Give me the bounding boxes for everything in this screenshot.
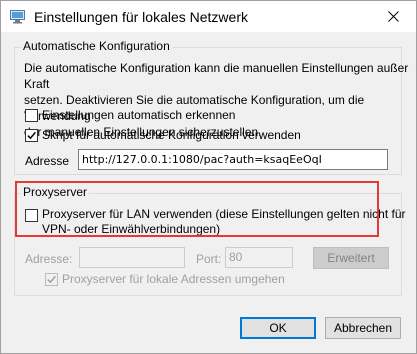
advanced-button[interactable]: Erweitert	[313, 247, 389, 269]
use-proxy-label: Proxyserver für LAN verwenden (diese Ein…	[42, 207, 406, 236]
proxy-address-label: Adresse:	[25, 252, 73, 266]
close-icon	[387, 11, 399, 22]
bypass-local-box[interactable]	[45, 273, 58, 286]
bypass-local-label: Proxyserver für lokale Adressen umgehen	[62, 272, 285, 286]
script-address-label: Adresse	[25, 154, 70, 168]
lan-settings-dialog: Einstellungen für lokales Netzwerk Autom…	[0, 0, 417, 354]
use-script-label: Skript für automatische Konfiguration ve…	[42, 128, 301, 142]
window-title: Einstellungen für lokales Netzwerk	[34, 9, 248, 25]
cancel-button[interactable]: Abbrechen	[325, 317, 401, 339]
use-script-box[interactable]	[25, 129, 38, 142]
auto-config-legend: Automatische Konfiguration	[21, 39, 172, 53]
proxy-address-input[interactable]	[79, 247, 185, 268]
bypass-local-checkbox[interactable]: Proxyserver für lokale Adressen umgehen	[45, 272, 285, 287]
proxy-port-label: Port:	[196, 252, 222, 266]
use-proxy-box[interactable]	[25, 209, 38, 222]
use-proxy-checkbox[interactable]: Proxyserver für LAN verwenden (diese Ein…	[25, 207, 406, 237]
proxy-port-input[interactable]: 80	[225, 247, 293, 268]
detect-automatically-box[interactable]	[25, 109, 38, 122]
use-script-checkbox[interactable]: Skript für automatische Konfiguration ve…	[25, 128, 301, 143]
checkmark-icon	[47, 275, 56, 284]
detect-automatically-label: Einstellungen automatisch erkennen	[42, 108, 236, 122]
title-bar[interactable]: Einstellungen für lokales Netzwerk	[1, 1, 416, 32]
network-settings-icon	[10, 10, 25, 24]
detect-automatically-checkbox[interactable]: Einstellungen automatisch erkennen	[25, 108, 235, 123]
ok-button[interactable]: OK	[240, 317, 316, 339]
checkmark-icon	[27, 131, 36, 140]
proxy-legend: Proxyserver	[21, 185, 90, 199]
close-button[interactable]	[370, 1, 416, 32]
script-address-input[interactable]: http://127.0.0.1:1080/pac?auth=ksaqEeOqI	[78, 149, 388, 170]
